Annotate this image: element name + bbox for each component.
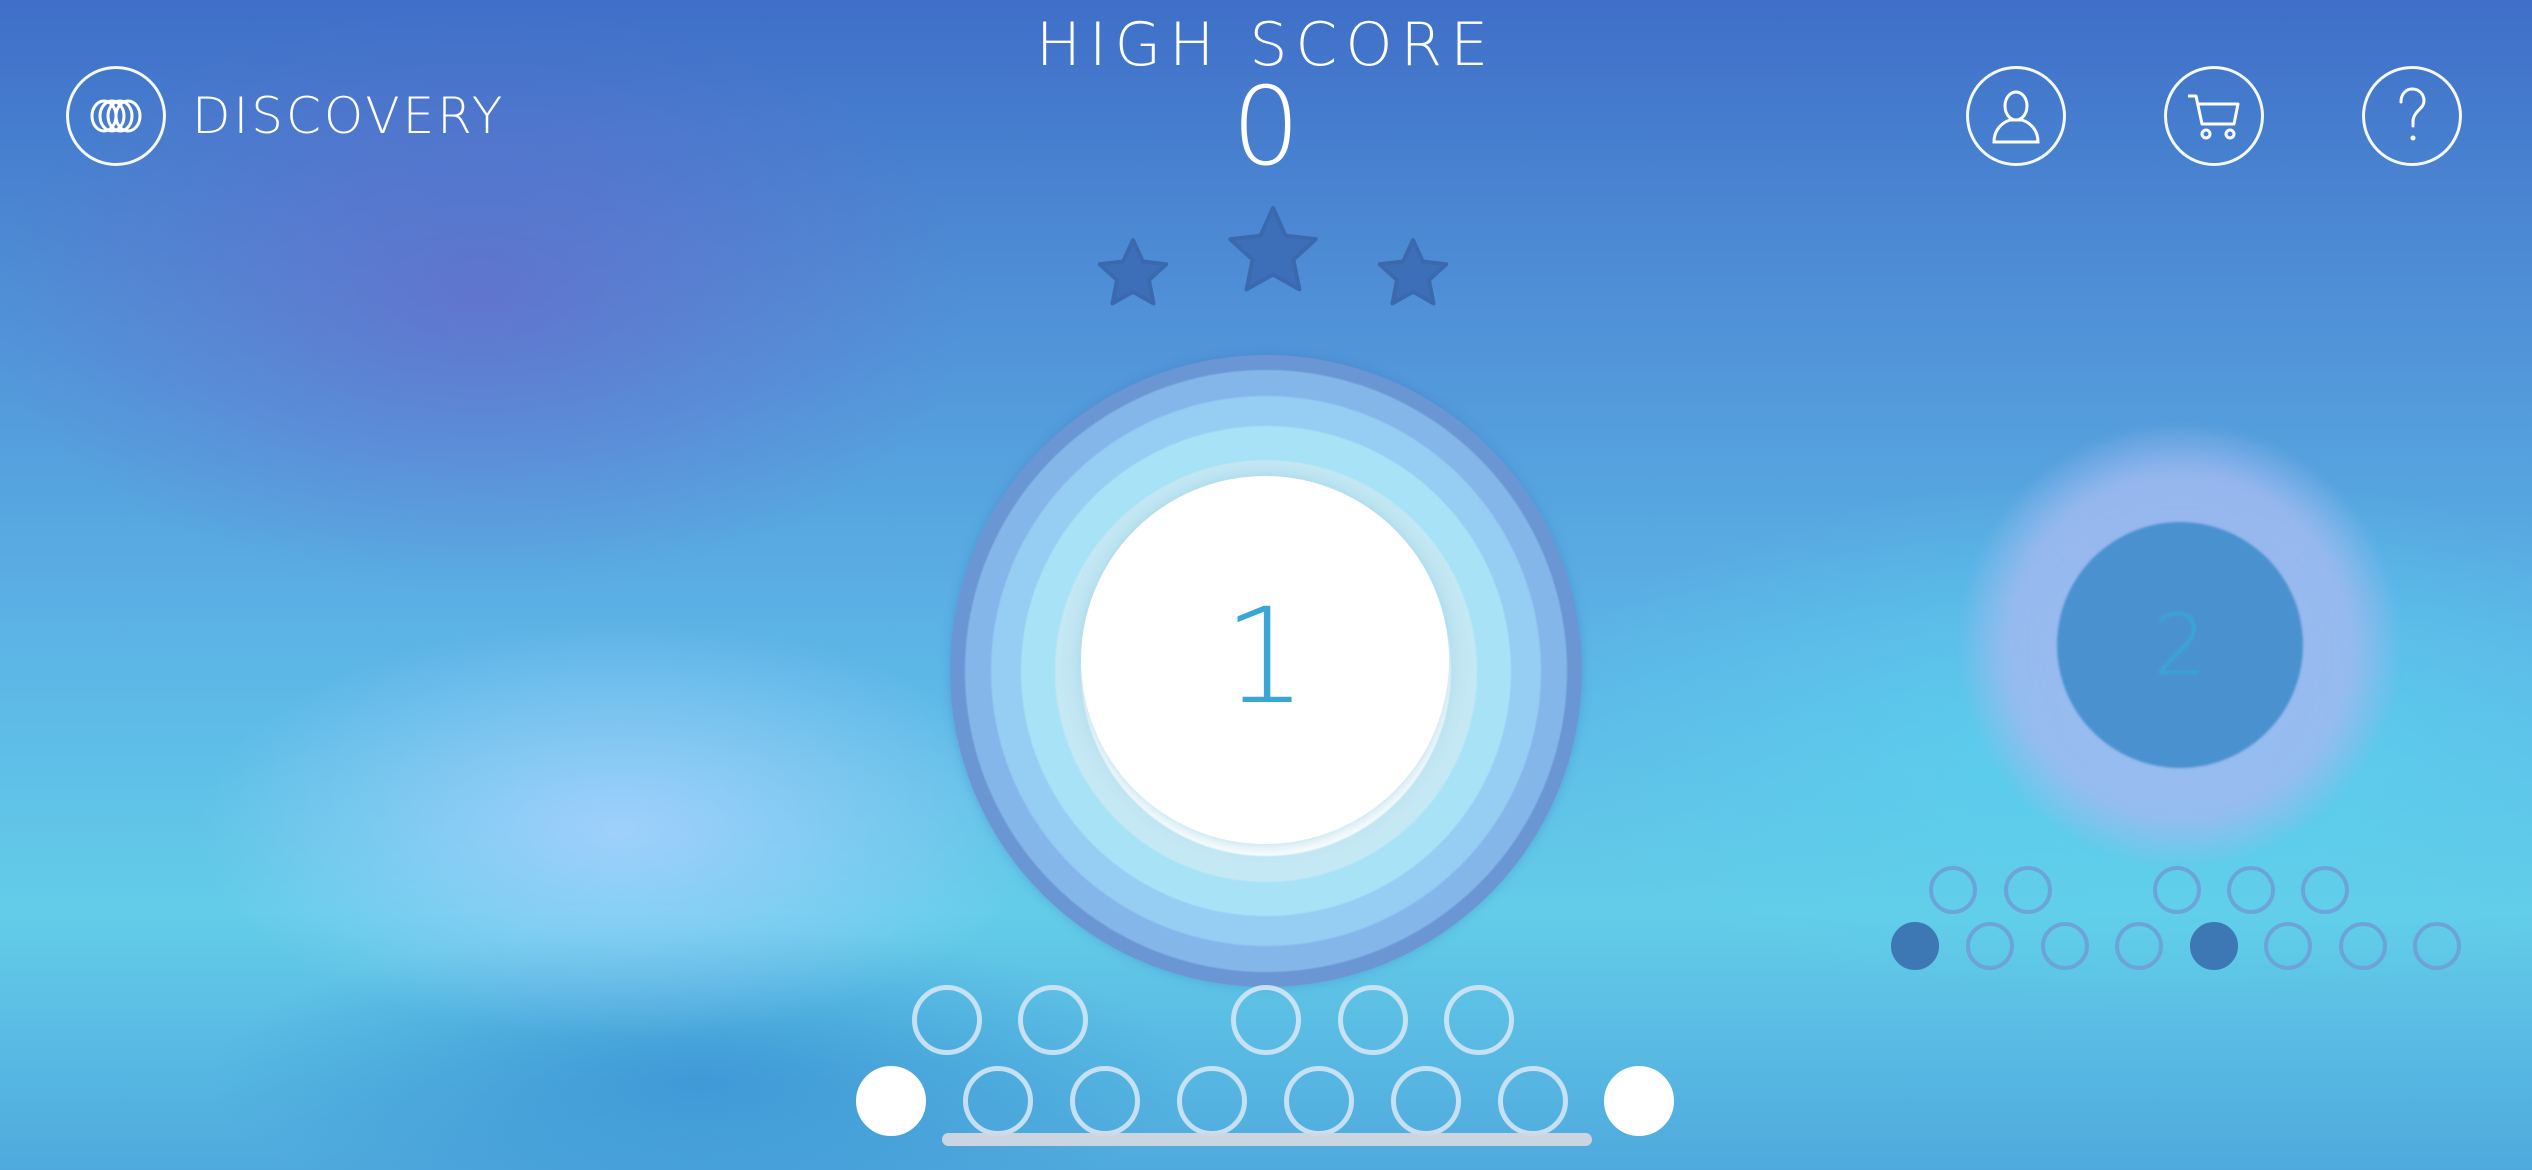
progress-dot <box>963 1066 1033 1136</box>
progress-dot <box>2264 922 2312 970</box>
progress-dot <box>2190 922 2238 970</box>
progress-dot <box>2004 866 2052 914</box>
shop-button[interactable] <box>2164 66 2264 166</box>
progress-dot <box>2339 922 2387 970</box>
home-indicator[interactable] <box>942 1133 1592 1146</box>
level-number: 1 <box>1223 580 1307 734</box>
level-2-button[interactable]: 2 <box>2057 522 2303 768</box>
progress-dot <box>2041 922 2089 970</box>
profile-button[interactable] <box>1966 66 2066 166</box>
progress-dot <box>2115 922 2163 970</box>
progress-dot <box>856 1066 926 1136</box>
progress-dot <box>1966 922 2014 970</box>
progress-dot <box>1018 985 1088 1055</box>
level-stars <box>1097 206 1449 306</box>
progress-dot <box>1444 985 1514 1055</box>
high-score-value: 0 <box>1231 65 1301 190</box>
star-icon <box>1097 238 1169 306</box>
question-icon <box>2399 87 2426 141</box>
level-number: 2 <box>2153 596 2207 694</box>
progress-dot <box>1284 1066 1354 1136</box>
progress-dot <box>1891 922 1939 970</box>
progress-dot <box>1070 1066 1140 1136</box>
progress-dot <box>1338 985 1408 1055</box>
progress-dot <box>2301 866 2349 914</box>
star-icon <box>1228 206 1318 292</box>
star-icon <box>1377 238 1449 306</box>
level-1-button[interactable]: 1 <box>1081 476 1449 844</box>
progress-dot <box>1604 1066 1674 1136</box>
progress-dot <box>2227 866 2275 914</box>
progress-dot <box>912 985 982 1055</box>
progress-dot <box>2413 922 2461 970</box>
cart-icon <box>2188 94 2240 140</box>
progress-dot <box>1177 1066 1247 1136</box>
progress-dot <box>1498 1066 1568 1136</box>
progress-dot <box>1231 985 1301 1055</box>
help-button[interactable] <box>2362 66 2462 166</box>
progress-dot <box>1391 1066 1461 1136</box>
progress-dot <box>1929 866 1977 914</box>
progress-dot <box>2153 866 2201 914</box>
person-icon <box>1992 90 2040 144</box>
